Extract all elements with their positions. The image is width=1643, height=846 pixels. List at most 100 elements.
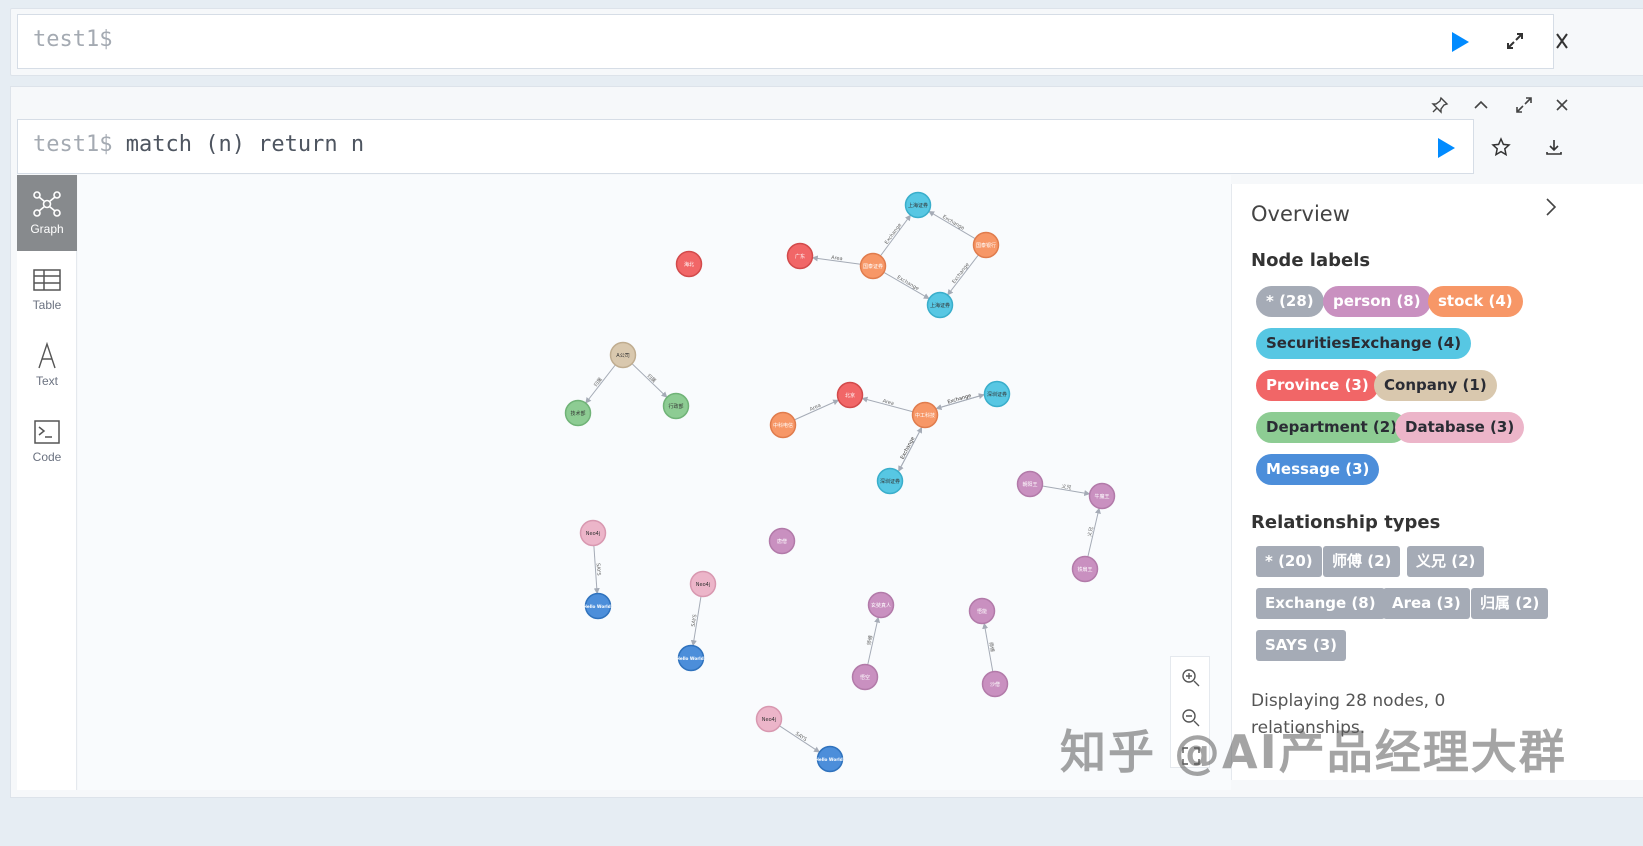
relationship-type-tag[interactable]: Exchange (8) (1256, 588, 1385, 619)
node-caption: 上海证券 (930, 302, 950, 309)
node-caption: 沙僧 (990, 681, 1000, 688)
node-caption: 悟空 (860, 674, 870, 681)
relationship-type-tag[interactable]: * (20) (1256, 546, 1322, 577)
top-query-editor[interactable]: test1$ (17, 14, 1554, 69)
graph-node-person[interactable]: 悟能 (968, 597, 996, 625)
graph-node-message[interactable]: Hello World! (583, 592, 613, 620)
node-caption: 唐僧 (777, 538, 787, 545)
nav-table[interactable]: Table (17, 251, 77, 327)
relationship-types-title: Relationship types (1251, 512, 1441, 533)
graph-node-stock[interactable]: 中科电信 (769, 411, 797, 439)
node-caption: Neo4j (762, 717, 776, 723)
expand-result-button[interactable] (1513, 94, 1535, 116)
fullscreen-button[interactable] (1504, 30, 1526, 52)
node-caption: 行政部 (668, 403, 683, 410)
node-caption: Hello World! (815, 757, 844, 762)
fit-button[interactable] (1180, 745, 1202, 767)
result-query-editor[interactable]: test1$ match (n) return n (17, 119, 1474, 174)
node-caption: 上海证券 (908, 202, 928, 209)
node-label-pill[interactable]: person (8) (1323, 286, 1431, 317)
nav-graph[interactable]: Graph (17, 175, 77, 251)
graph-node-person[interactable]: 玄奘真人 (867, 591, 895, 619)
graph-node-department[interactable]: 技术部 (564, 399, 592, 427)
graph-node-stock[interactable]: 中工科技 (911, 401, 939, 429)
node-caption: 中工科技 (915, 412, 935, 419)
relationship-type-tag[interactable]: 师傅 (2) (1323, 546, 1401, 577)
node-caption: 国泰证券 (863, 263, 883, 270)
node-label-pill[interactable]: stock (4) (1428, 286, 1523, 317)
code-icon (34, 420, 60, 444)
relationship-label: Area (882, 398, 895, 407)
table-icon (33, 269, 61, 291)
graph-node-province[interactable]: 广东 (786, 242, 814, 270)
result-prompt: test1$ match (n) return n (33, 132, 364, 157)
node-label-pill[interactable]: Conpany (1) (1374, 370, 1497, 401)
relationship-label: Exchange (951, 262, 971, 285)
relationship-label: Exchange (900, 436, 917, 460)
node-caption: 广东 (795, 253, 805, 260)
graph-node-person[interactable]: 铁扇王 (1071, 555, 1099, 583)
zoom-in-button[interactable] (1180, 667, 1202, 689)
overview-panel: Overview Node labels * (28) person (8) sto… (1231, 184, 1643, 780)
expand-icon (1507, 33, 1523, 49)
close-result-button[interactable] (1551, 94, 1573, 116)
relationship-label: 师傅 (987, 641, 996, 652)
node-caption: Hello World! (583, 604, 612, 609)
node-label-pill[interactable]: Message (3) (1256, 454, 1380, 485)
download-button[interactable] (1543, 136, 1565, 158)
graph-node-person[interactable]: 牛魔王 (1088, 482, 1116, 510)
graph-node-person[interactable]: 沙僧 (981, 670, 1009, 698)
favorite-button[interactable] (1490, 136, 1512, 158)
node-caption: 玄奘真人 (871, 602, 891, 609)
collapse-up-icon (1474, 100, 1488, 109)
graph-node-stock[interactable]: 国泰银行 (972, 231, 1000, 259)
rerun-query-button[interactable] (1435, 136, 1457, 160)
node-label-pill[interactable]: Database (3) (1395, 412, 1525, 443)
graph-node-database[interactable]: Neo4j (755, 705, 783, 733)
result-query-text: match (n) return n (125, 132, 365, 157)
zoom-out-button[interactable] (1180, 707, 1202, 729)
zoom-out-icon (1182, 709, 1200, 727)
node-caption: Neo4j (696, 582, 710, 588)
nav-code[interactable]: Code (17, 403, 77, 479)
graph-node-message[interactable]: Hello World! (815, 745, 845, 773)
relationship-label: Exchange (884, 222, 903, 245)
graph-node-database[interactable]: Neo4j (689, 570, 717, 598)
node-label-pill[interactable]: * (28) (1256, 286, 1324, 317)
collapse-up-button[interactable] (1470, 94, 1492, 116)
node-label-pill[interactable]: SecuritiesExchange (4) (1256, 328, 1472, 359)
top-editor-frame: test1$ (10, 8, 1643, 76)
graph-node-person[interactable]: 唐僧 (768, 527, 796, 555)
graph-node-province[interactable]: 海北 (675, 250, 703, 278)
relationship-type-tag[interactable]: Area (3) (1383, 588, 1470, 619)
overview-collapse-button[interactable] (1542, 196, 1560, 218)
expand-icon (1516, 97, 1532, 113)
graph-node-securities[interactable]: 深圳证券 (876, 467, 904, 495)
graph-node-stock[interactable]: 国泰证券 (859, 252, 887, 280)
node-caption: Hello World! (676, 656, 705, 661)
graph-node-securities[interactable]: 深圳证券 (983, 380, 1011, 408)
node-label-pill[interactable]: Department (2) (1256, 412, 1408, 443)
run-query-button[interactable] (1449, 30, 1471, 54)
graph-node-person[interactable]: 朝阳王 (1016, 470, 1044, 498)
node-label-pill[interactable]: Province (3) (1256, 370, 1379, 401)
nav-text[interactable]: Text (17, 327, 77, 403)
graph-node-securities[interactable]: 上海证券 (904, 191, 932, 219)
relationship-label: Area (831, 255, 843, 263)
graph-node-message[interactable]: Hello World! (676, 644, 706, 672)
graph-node-province[interactable]: 北京 (836, 381, 864, 409)
graph-node-securities[interactable]: 上海证券 (926, 291, 954, 319)
graph-node-person[interactable]: 悟空 (851, 663, 879, 691)
relationship-type-tag[interactable]: SAYS (3) (1256, 630, 1347, 661)
graph-canvas[interactable]: Exchange Exchange Exchange Exchange Area 归属 归属… (78, 175, 1231, 790)
graph-node-database[interactable]: Neo4j (579, 519, 607, 547)
relationship-type-tag[interactable]: 义兄 (2) (1407, 546, 1485, 577)
node-caption: 铁扇王 (1077, 566, 1092, 573)
node-caption: 国泰银行 (976, 242, 996, 249)
graph-node-department[interactable]: 行政部 (662, 392, 690, 420)
graph-node-company[interactable]: A公司 (609, 341, 637, 369)
pin-button[interactable] (1429, 94, 1451, 116)
graph-svg[interactable]: Exchange Exchange Exchange Exchange Area 归属 归属… (78, 175, 1231, 790)
relationship-type-tag[interactable]: 归属 (2) (1471, 588, 1549, 619)
close-top-button[interactable] (1551, 30, 1573, 52)
